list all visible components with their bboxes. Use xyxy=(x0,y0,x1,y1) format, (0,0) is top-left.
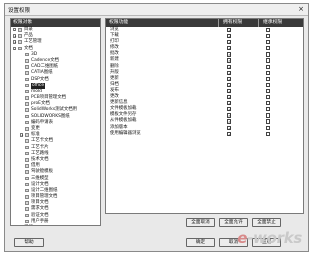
folder-icon xyxy=(25,65,29,69)
grid-header: 权限功能 拥有权限 继承权限 xyxy=(106,19,303,27)
own-permission-checkbox[interactable]: ✓ xyxy=(227,113,231,118)
own-permission-checkbox[interactable]: ✓ xyxy=(227,28,231,33)
folder-icon xyxy=(25,213,29,218)
folder-icon xyxy=(25,219,29,224)
inherit-permission-checkbox[interactable] xyxy=(266,95,271,100)
watermark-e: e xyxy=(237,229,248,247)
expand-icon[interactable]: + xyxy=(13,34,17,38)
e-works-watermark: e-works xyxy=(237,229,302,247)
folder-icon xyxy=(25,170,29,174)
inherit-permission-checkbox[interactable] xyxy=(266,70,271,75)
permission-grid: 权限功能 拥有权限 继承权限 浏览 ✓ 下载 ✓ 打印 ✓ 修改 ✓ 批改 ✓ 新建 ✓ 删除 ✓ 升版 ✓ 更… xyxy=(105,18,304,214)
folder-icon xyxy=(25,207,29,212)
permission-row: 使用编辑器浏览 ✓ xyxy=(106,131,303,137)
close-icon[interactable]: × xyxy=(297,5,305,13)
allow-all-button[interactable]: 全面允许 xyxy=(219,218,248,227)
folder-icon xyxy=(25,151,29,156)
watermark-rest: -works xyxy=(247,229,302,247)
deny-all-button[interactable]: 全面禁止 xyxy=(252,218,281,227)
inherit-permission-checkbox[interactable] xyxy=(266,82,271,88)
folder-icon xyxy=(25,120,29,125)
inherit-permission-checkbox[interactable] xyxy=(266,46,271,51)
column-header-function: 权限功能 xyxy=(109,20,129,25)
select-all-button[interactable]: 全面取消 xyxy=(186,218,215,227)
column-header-own[interactable]: 拥有权限 xyxy=(223,19,242,27)
own-permission-checkbox[interactable]: ✓ xyxy=(227,70,231,75)
folder-icon xyxy=(25,139,29,143)
permission-name: 使用编辑器浏览 xyxy=(110,130,141,136)
own-permission-checkbox[interactable]: ✓ xyxy=(227,119,231,124)
dialog-title: 设置权限 xyxy=(8,8,31,14)
inherit-permission-checkbox[interactable] xyxy=(266,64,271,69)
own-permission-checkbox[interactable]: ✓ xyxy=(227,40,231,45)
own-permission-checkbox[interactable]: ✓ xyxy=(227,95,231,100)
inherit-permission-checkbox[interactable] xyxy=(266,34,271,39)
title-bar: 设置权限 × xyxy=(5,4,308,16)
inherit-permission-checkbox[interactable] xyxy=(266,52,271,57)
own-permission-checkbox[interactable]: ✓ xyxy=(227,76,231,81)
own-permission-checkbox[interactable]: ✓ xyxy=(227,52,231,57)
folder-icon xyxy=(25,114,29,119)
folder-icon xyxy=(25,108,29,113)
inherit-permission-checkbox[interactable] xyxy=(266,40,271,45)
inherit-permission-checkbox[interactable] xyxy=(266,113,271,118)
tree-header: 权限对象 xyxy=(11,19,100,27)
inherit-permission-checkbox[interactable] xyxy=(266,131,271,136)
collapse-icon[interactable]: - xyxy=(13,28,17,32)
column-header-inherit[interactable]: 继承权限 xyxy=(263,19,282,27)
expand-icon[interactable]: + xyxy=(20,133,24,137)
folder-icon xyxy=(18,34,22,38)
folder-icon xyxy=(25,176,29,181)
inherit-permission-checkbox[interactable] xyxy=(266,28,271,33)
own-permission-checkbox[interactable]: ✓ xyxy=(227,125,231,130)
own-permission-checkbox[interactable]: ✓ xyxy=(227,131,231,136)
collapse-icon[interactable]: - xyxy=(13,46,17,50)
own-permission-checkbox[interactable]: ✓ xyxy=(227,107,231,112)
tree-body: - 目录 + 产品 + 工艺管理 - 文档 3D Cadence文档 CAD二维图纸 CATIA图纸 D… xyxy=(11,27,100,226)
inherit-permission-checkbox[interactable] xyxy=(266,125,271,130)
folder-icon xyxy=(25,133,29,137)
expand-icon[interactable]: + xyxy=(13,40,17,44)
folder-icon xyxy=(25,182,29,187)
inherit-permission-checkbox[interactable] xyxy=(266,119,271,124)
tree-item-label: 归档 xyxy=(24,225,33,226)
folder-icon xyxy=(25,52,29,57)
inherit-permission-checkbox[interactable] xyxy=(266,107,271,112)
grid-body: 浏览 ✓ 下载 ✓ 打印 ✓ 修改 ✓ 批改 ✓ 新建 ✓ 删除 ✓ 升版 ✓ 更新 ✓ 归档 ✓ 发布 ✓ 更改 ✓ 更新信息… xyxy=(106,27,303,137)
folder-icon xyxy=(25,201,29,205)
own-permission-checkbox[interactable]: ✓ xyxy=(227,46,231,51)
folder-icon xyxy=(25,83,29,88)
folder-icon xyxy=(25,71,29,75)
folder-icon xyxy=(25,127,29,131)
own-permission-checkbox[interactable]: ✓ xyxy=(227,58,231,63)
folder-icon xyxy=(25,195,29,199)
ok-button[interactable]: 确定 xyxy=(186,238,215,247)
folder-icon xyxy=(25,157,29,162)
own-permission-checkbox[interactable]: ✓ xyxy=(227,82,231,87)
folder-icon xyxy=(25,145,29,150)
folder-icon xyxy=(25,164,29,168)
permission-object-tree[interactable]: 权限对象 - 目录 + 产品 + 工艺管理 - 文档 3D Cadence文档 CAD二维图纸 CAT… xyxy=(10,18,101,226)
folder-icon xyxy=(18,28,22,32)
own-permission-checkbox[interactable]: ✓ xyxy=(227,64,231,69)
inherit-permission-checkbox[interactable] xyxy=(266,58,271,63)
permission-dialog: 设置权限 × 权限对象 - 目录 + 产品 + 工艺管理 - 文档 3D Cadence文档 CAD… xyxy=(4,3,309,252)
folder-icon xyxy=(18,46,22,51)
own-permission-checkbox[interactable]: ✓ xyxy=(227,101,231,106)
folder-icon xyxy=(25,89,29,94)
folder-icon xyxy=(25,96,29,100)
folder-icon xyxy=(18,40,22,44)
inherit-permission-checkbox[interactable] xyxy=(266,88,271,94)
folder-icon xyxy=(25,77,29,82)
own-permission-checkbox[interactable]: ✓ xyxy=(227,34,231,39)
tree-item[interactable]: +归档 xyxy=(11,225,100,226)
inherit-permission-checkbox[interactable] xyxy=(266,101,271,106)
inherit-permission-checkbox[interactable] xyxy=(266,76,271,81)
folder-icon xyxy=(25,58,29,63)
folder-icon xyxy=(25,188,29,193)
folder-icon xyxy=(25,102,29,106)
own-permission-checkbox[interactable]: ✓ xyxy=(227,88,231,94)
help-button[interactable]: 帮助 xyxy=(14,238,44,247)
